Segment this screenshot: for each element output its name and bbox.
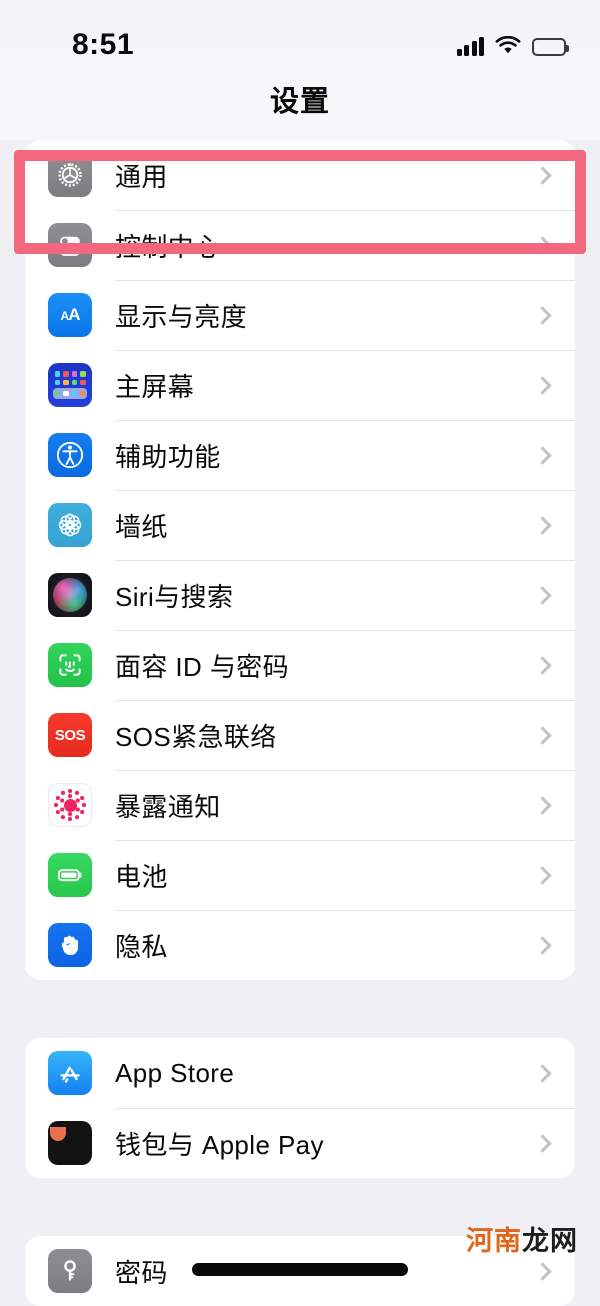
- chevron-right-icon: [533, 795, 552, 815]
- chevron-right-icon: [533, 1261, 552, 1281]
- settings-row-control-center[interactable]: 控制中心: [25, 210, 575, 280]
- chevron-right-icon: [533, 165, 552, 185]
- settings-row-label: App Store: [115, 1057, 235, 1088]
- settings-row-label: 密码: [115, 1257, 168, 1288]
- settings-row-label: SOS紧急联络: [115, 721, 277, 752]
- exposure-notification-icon: [48, 783, 92, 827]
- status-bar: 8:51: [0, 0, 600, 78]
- settings-row-privacy[interactable]: 隐私: [25, 910, 575, 980]
- battery-icon: [532, 38, 569, 56]
- chevron-right-icon: [533, 305, 552, 325]
- settings-row-label: 控制中心: [115, 231, 221, 262]
- settings-scroll-view[interactable]: 通用 控制中心 AA 显示与亮度 主屏幕 辅助功能 墙纸 Siri与搜索 面容 …: [0, 140, 600, 1306]
- face-id-icon: [48, 643, 92, 687]
- sos-icon: SOS: [48, 713, 92, 757]
- settings-row-battery[interactable]: 电池: [25, 840, 575, 910]
- settings-row-label: 电池: [115, 861, 168, 892]
- settings-row-label: 辅助功能: [115, 441, 221, 472]
- watermark: 河南龙网: [466, 1219, 578, 1258]
- signal-bars-icon: [456, 36, 484, 56]
- chevron-right-icon: [533, 375, 552, 395]
- privacy-hand-icon: [48, 923, 92, 967]
- chevron-right-icon: [533, 515, 552, 535]
- settings-row-label: 面容 ID 与密码: [115, 651, 290, 682]
- control-center-icon: [48, 223, 92, 267]
- settings-group-1: 通用 控制中心 AA 显示与亮度 主屏幕 辅助功能 墙纸 Siri与搜索 面容 …: [25, 140, 575, 980]
- settings-row-label: 隐私: [115, 931, 168, 962]
- wallpaper-icon: [48, 503, 92, 547]
- siri-icon: [48, 573, 92, 617]
- page-title: 设置: [269, 86, 330, 118]
- wallet-icon: [48, 1121, 92, 1165]
- settings-group-2: App Store 钱包与 Apple Pay: [25, 1038, 575, 1178]
- settings-row-wallet-apple-pay[interactable]: 钱包与 Apple Pay: [25, 1108, 575, 1178]
- settings-row-home-screen[interactable]: 主屏幕: [25, 350, 575, 420]
- status-time: 8:51: [72, 28, 135, 61]
- settings-row-face-id-passcode[interactable]: 面容 ID 与密码: [25, 630, 575, 700]
- settings-row-general[interactable]: 通用: [25, 140, 575, 210]
- display-brightness-icon: AA: [48, 293, 92, 337]
- home-indicator-bar[interactable]: [192, 1263, 408, 1276]
- chevron-right-icon: [533, 935, 552, 955]
- chevron-right-icon: [533, 725, 552, 745]
- chevron-right-icon: [533, 1133, 552, 1153]
- gear-icon: [48, 153, 92, 197]
- chevron-right-icon: [533, 445, 552, 465]
- status-indicators: [456, 30, 569, 56]
- settings-row-label: 通用: [115, 161, 168, 192]
- settings-row-label: Siri与搜索: [115, 581, 234, 612]
- watermark-part1: 河南: [466, 1226, 522, 1256]
- watermark-part2: 龙网: [522, 1226, 578, 1256]
- settings-row-exposure-notifications[interactable]: 暴露通知: [25, 770, 575, 840]
- password-key-icon: [48, 1249, 92, 1293]
- settings-row-label: 主屏幕: [115, 371, 195, 402]
- settings-row-emergency-sos[interactable]: SOS SOS紧急联络: [25, 700, 575, 770]
- chevron-right-icon: [533, 585, 552, 605]
- home-screen-icon: [48, 363, 92, 407]
- settings-row-label: 显示与亮度: [115, 301, 248, 332]
- settings-row-label: 墙纸: [115, 511, 168, 542]
- settings-row-label: 暴露通知: [115, 791, 221, 822]
- settings-row-label: 钱包与 Apple Pay: [115, 1129, 324, 1160]
- chevron-right-icon: [533, 1063, 552, 1083]
- app-store-icon: [48, 1051, 92, 1095]
- chevron-right-icon: [533, 655, 552, 675]
- wifi-icon: [495, 35, 521, 56]
- chevron-right-icon: [533, 235, 552, 255]
- settings-row-siri-search[interactable]: Siri与搜索: [25, 560, 575, 630]
- settings-row-wallpaper[interactable]: 墙纸: [25, 490, 575, 560]
- battery-settings-icon: [48, 853, 92, 897]
- settings-row-app-store[interactable]: App Store: [25, 1038, 575, 1108]
- nav-bar: 设置: [0, 78, 600, 140]
- settings-row-display-brightness[interactable]: AA 显示与亮度: [25, 280, 575, 350]
- chevron-right-icon: [533, 865, 552, 885]
- accessibility-icon: [48, 433, 92, 477]
- settings-row-accessibility[interactable]: 辅助功能: [25, 420, 575, 490]
